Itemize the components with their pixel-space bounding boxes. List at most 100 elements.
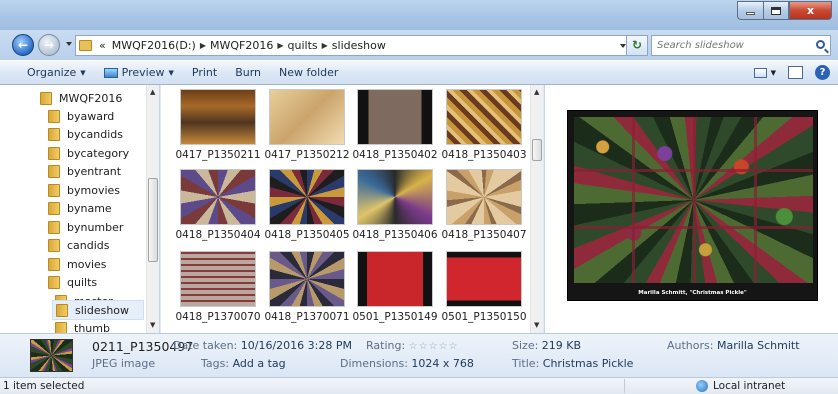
close-button[interactable]: x — [789, 1, 832, 20]
file-item[interactable]: 0418_P1370070 — [175, 251, 261, 323]
preview-icon — [103, 67, 118, 78]
breadcrumb-drive[interactable]: MWQF2016(D:) — [109, 39, 199, 52]
scroll-down-icon[interactable]: ▼ — [150, 321, 155, 329]
tree-item-label: MWQF2016 — [59, 91, 123, 105]
print-button[interactable]: Print — [183, 66, 226, 79]
minimize-button[interactable] — [737, 1, 763, 20]
scrollbar-thumb[interactable] — [532, 139, 542, 161]
address-bar[interactable]: « MWQF2016(D:) ▶ MWQF2016 ▶ quilts ▶ sli… — [75, 35, 645, 56]
breadcrumb-separator-icon[interactable]: ▶ — [199, 41, 207, 50]
file-item[interactable]: 0418_P1350403 — [441, 89, 527, 161]
search-icon[interactable] — [816, 40, 825, 49]
file-name: 0501_P1350150 — [441, 311, 527, 323]
tree-item-label: bymovies — [67, 183, 121, 197]
folder-icon — [48, 164, 60, 178]
preview-pane-toggle-icon[interactable] — [788, 66, 803, 79]
help-icon[interactable]: ? — [815, 65, 830, 80]
folder-icon — [48, 257, 60, 271]
date-label: Date taken: — [173, 339, 238, 352]
tree-item-label: slideshow — [75, 303, 130, 317]
file-item[interactable]: 0418_P1350406 — [352, 169, 438, 241]
burn-button[interactable]: Burn — [226, 66, 270, 79]
back-arrow-icon: ← — [17, 38, 29, 52]
tree-item-bycandids[interactable]: bycandids — [48, 124, 123, 144]
tree-item-label: byname — [67, 201, 112, 215]
breadcrumb-separator-icon[interactable]: ▶ — [321, 41, 329, 50]
breadcrumb-mwqf2016[interactable]: MWQF2016 — [207, 39, 276, 52]
thumbnail-image — [357, 169, 433, 225]
tree-item-candids[interactable]: candids — [48, 235, 110, 255]
tree-item-slideshow[interactable]: slideshow — [52, 300, 144, 320]
back-button[interactable]: ← — [12, 34, 34, 56]
rating-stars-icon[interactable]: ☆☆☆☆☆ — [409, 341, 459, 352]
file-item[interactable]: 0418_P1350404 — [175, 169, 261, 241]
file-item[interactable]: 0501_P1350150 — [441, 251, 527, 323]
file-name: 0417_P1350211 — [175, 149, 261, 161]
details-rating: Rating: ☆☆☆☆☆ — [366, 339, 459, 352]
breadcrumb-slideshow[interactable]: slideshow — [329, 39, 389, 52]
folder-icon — [48, 183, 60, 197]
title-value[interactable]: Christmas Pickle — [543, 357, 634, 370]
breadcrumb-separator-icon[interactable]: ▶ — [276, 41, 284, 50]
refresh-button[interactable]: ↻ — [626, 35, 648, 56]
dimensions-value: 1024 x 768 — [411, 357, 474, 370]
tree-item-byentrant[interactable]: byentrant — [48, 161, 121, 181]
details-filetype: JPEG image — [92, 357, 156, 370]
maximize-icon — [771, 6, 781, 15]
tags-value[interactable]: Add a tag — [233, 357, 286, 370]
navigation-scrollbar[interactable]: ▲ ▼ — [146, 85, 159, 333]
tree-item-byaward[interactable]: byaward — [48, 106, 114, 126]
preview-menu[interactable]: Preview ▼ — [95, 66, 183, 79]
tree-item-thumb[interactable]: thumb — [55, 318, 110, 333]
preview-image: Marilla Schmitt, "Christmas Pickle" — [567, 110, 818, 301]
file-item[interactable]: 0418_P1370071 — [264, 251, 350, 323]
file-item[interactable]: 0417_P1350212 — [264, 89, 350, 161]
tree-item-label: candids — [67, 238, 110, 252]
folder-icon — [48, 146, 60, 160]
details-authors: Authors: Marilla Schmitt — [667, 339, 800, 352]
file-name: 0418_P1350405 — [264, 229, 350, 241]
tree-item-quilts[interactable]: quilts — [48, 272, 97, 292]
chevron-down-icon: ▼ — [770, 68, 776, 77]
recent-pages-dropdown[interactable] — [66, 42, 72, 46]
view-icon — [753, 67, 767, 78]
scrollbar-thumb[interactable] — [148, 178, 158, 262]
details-dimensions: Dimensions: 1024 x 768 — [340, 357, 474, 370]
scroll-up-icon[interactable]: ▲ — [534, 88, 539, 96]
maximize-button[interactable] — [763, 1, 789, 20]
tree-item-bymovies[interactable]: bymovies — [48, 180, 120, 200]
authors-value[interactable]: Marilla Schmitt — [717, 339, 800, 352]
scroll-up-icon[interactable]: ▲ — [150, 88, 155, 96]
tree-item-movies[interactable]: movies — [48, 254, 107, 274]
chevron-down-icon: ▼ — [80, 68, 86, 77]
file-list-scrollbar[interactable]: ▲ ▼ — [530, 85, 543, 333]
thumbnail-image — [269, 89, 345, 145]
file-name: 0418_P1350406 — [352, 229, 438, 241]
file-item[interactable]: 0501_P1350149 — [352, 251, 438, 323]
scroll-down-icon[interactable]: ▼ — [534, 321, 539, 329]
file-item[interactable]: 0418_P1350405 — [264, 169, 350, 241]
tree-item-label: quilts — [67, 275, 98, 289]
folder-icon — [48, 109, 60, 123]
tree-item-bycategory[interactable]: bycategory — [48, 143, 129, 163]
tree-item-mwqf2016[interactable]: MWQF2016 — [40, 88, 122, 108]
details-title: Title: Christmas Pickle — [512, 357, 633, 370]
preview-label: Preview — [121, 66, 165, 79]
file-item[interactable]: 0418_P1350402 — [352, 89, 438, 161]
folder-icon — [48, 220, 60, 234]
search-box[interactable] — [651, 35, 831, 56]
chevron-down-icon: ▼ — [168, 68, 174, 77]
organize-menu[interactable]: Organize ▼ — [0, 66, 95, 79]
file-list: 0417_P1350211 0417_P1350212 0418_P135040… — [161, 85, 543, 333]
search-input[interactable] — [652, 40, 802, 51]
forward-button[interactable]: → — [38, 34, 60, 56]
file-item[interactable]: 0418_P1350407 — [441, 169, 527, 241]
new-folder-button[interactable]: New folder — [270, 66, 347, 79]
breadcrumb-overflow[interactable]: « — [96, 39, 109, 52]
folder-icon — [48, 201, 60, 215]
tree-item-bynumber[interactable]: bynumber — [48, 217, 123, 237]
file-item[interactable]: 0417_P1350211 — [175, 89, 261, 161]
change-view-button[interactable]: ▼ — [753, 67, 776, 78]
breadcrumb-quilts[interactable]: quilts — [285, 39, 321, 52]
tree-item-byname[interactable]: byname — [48, 198, 112, 218]
